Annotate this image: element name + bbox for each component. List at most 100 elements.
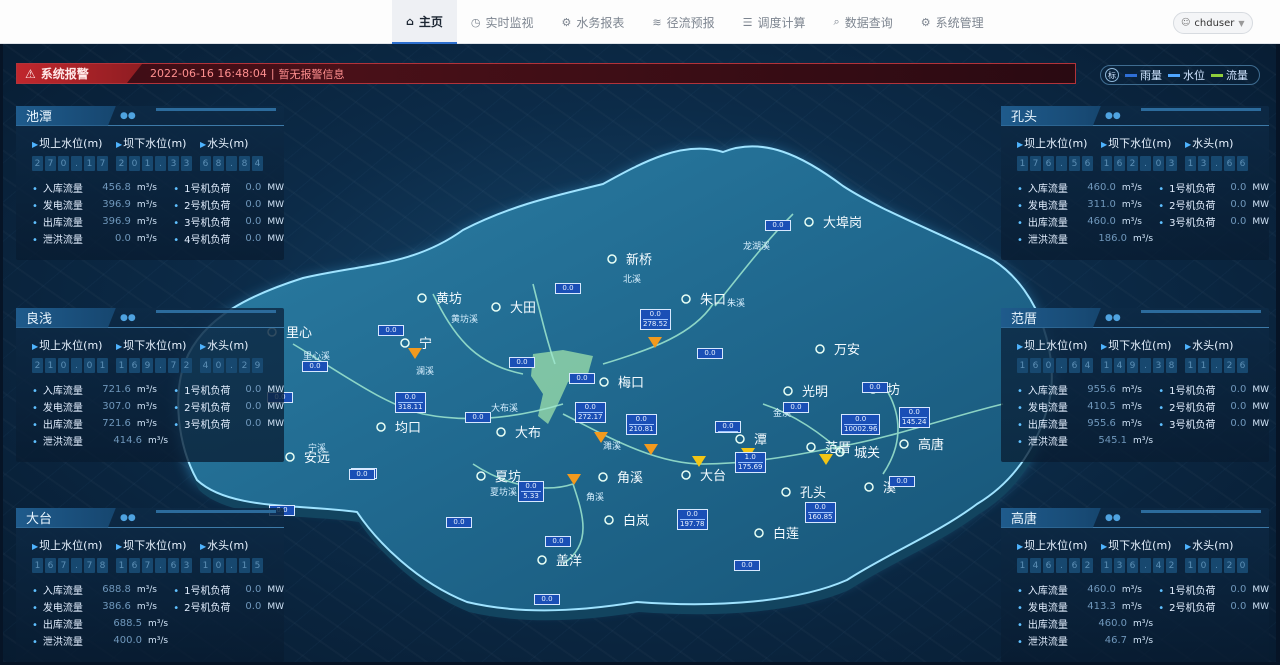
station-value-tag[interactable]: 0.0 bbox=[349, 469, 375, 480]
place-label: 大布 bbox=[515, 426, 541, 441]
station-value-tag[interactable]: 0.0 bbox=[509, 357, 535, 368]
station-value-tag[interactable]: 0.0 bbox=[862, 382, 888, 393]
load-unit: MW bbox=[267, 199, 284, 210]
digit-cell: . bbox=[226, 358, 237, 373]
level-value: 270.17 bbox=[32, 156, 116, 171]
digit-cell: 1 bbox=[1017, 156, 1028, 171]
station-value-tag[interactable]: 0.0 bbox=[783, 402, 809, 413]
station-value-tag[interactable]: 0.0 bbox=[555, 283, 581, 294]
flow-label: 入库流量 bbox=[32, 180, 91, 195]
digit-cell: 2 bbox=[1224, 558, 1235, 573]
flow-value: 456.8 bbox=[102, 182, 131, 193]
legend-item-2[interactable]: 流量 bbox=[1211, 67, 1248, 83]
station-value-tag[interactable]: 0.0 bbox=[697, 348, 723, 359]
digit-cell: 0 bbox=[129, 156, 140, 171]
nav-item-3[interactable]: ≋ 径流预报 bbox=[638, 0, 728, 44]
load-value: 0.0 bbox=[1230, 584, 1247, 595]
flow-value: 311.0 bbox=[1087, 199, 1116, 210]
tag-value: 0.0 bbox=[404, 393, 416, 401]
level-value: 160.64 bbox=[1017, 358, 1101, 373]
legend-item-1[interactable]: 水位 bbox=[1168, 67, 1205, 83]
nav-item-6[interactable]: ⚙ 系统管理 bbox=[907, 0, 998, 44]
flow-label: 发电流量 bbox=[1017, 599, 1076, 614]
station-panel: 池潭●●坝上水位(m)270.17坝下水位(m)201.33水头(m)68.84… bbox=[16, 105, 284, 260]
flow-label: 发电流量 bbox=[32, 399, 91, 414]
level-item: 坝上水位(m)160.64 bbox=[1017, 337, 1101, 373]
place-label: 大田 bbox=[510, 301, 536, 316]
legend-item-0[interactable]: 雨量 bbox=[1125, 67, 1162, 83]
flow-row: 入库流量 721.6 m³/s 1号机负荷 0.0 MW bbox=[32, 381, 284, 398]
place-label: 均口 bbox=[395, 421, 421, 436]
level-label: 水头(m) bbox=[1185, 135, 1269, 151]
nav-item-5[interactable]: ⌕ 数据查询 bbox=[820, 0, 907, 44]
tag-value: 0.0 bbox=[790, 403, 802, 411]
station-value-tag[interactable]: 0.0 318.11 bbox=[395, 392, 426, 413]
digit-cell: 8 bbox=[1166, 358, 1177, 373]
station-value-tag[interactable]: 0.0 bbox=[889, 476, 915, 487]
digit-cell: 0 bbox=[84, 358, 95, 373]
digit-cell: 3 bbox=[181, 156, 192, 171]
tag-value: 0.0 bbox=[635, 415, 647, 423]
alarm-title: 系统报警 bbox=[40, 67, 89, 81]
tag-value: 5.33 bbox=[521, 491, 541, 501]
station-value-tag[interactable]: 0.0 bbox=[465, 412, 491, 423]
level-item: 坝下水位(m) 149.38 bbox=[1101, 337, 1185, 373]
alarm-datetime: 2022-06-16 16:48:04 bbox=[150, 67, 267, 80]
flow-value: 410.5 bbox=[1087, 401, 1116, 412]
station-value-tag[interactable]: 0.0 272.17 bbox=[575, 402, 606, 423]
station-panel: 大台●●坝上水位(m)167.78坝下水位(m)167.63水头(m)10.15… bbox=[16, 507, 284, 662]
title-decoration bbox=[1141, 310, 1261, 313]
user-menu[interactable]: ☺ chduser ▼ bbox=[1173, 12, 1253, 34]
digit-cell: 6 bbox=[45, 558, 56, 573]
digit-cell: 1 bbox=[1185, 558, 1196, 573]
station-value-tag[interactable]: 1.0 175.69 bbox=[735, 452, 766, 473]
tag-value: 197.78 bbox=[680, 519, 705, 528]
flow-value: 545.1 bbox=[1098, 435, 1127, 446]
station-value-tag[interactable]: 0.0 bbox=[545, 536, 571, 547]
flow-unit: m³/s bbox=[1121, 182, 1142, 193]
station-value-tag[interactable]: 0.0 145.24 bbox=[899, 407, 930, 428]
flow-row: 入库流量 688.8 m³/s 1号机负荷 0.0 MW bbox=[32, 581, 284, 598]
nav-item-2[interactable]: ⚙ 水务报表 bbox=[548, 0, 639, 44]
station-value-tag[interactable]: 0.0 160.85 bbox=[805, 502, 836, 523]
station-value-tag[interactable]: 0.0 bbox=[765, 220, 791, 231]
flow-unit: m³/s bbox=[1133, 635, 1154, 646]
station-value-tag[interactable]: 0.0 10002.96 bbox=[841, 414, 881, 435]
nav-item-4[interactable]: ☰ 调度计算 bbox=[729, 0, 820, 44]
digit-cell: 8 bbox=[213, 156, 224, 171]
place-label: 大埠岗 bbox=[823, 216, 862, 231]
station-value-tag[interactable]: 0.0 bbox=[569, 373, 595, 384]
station-value-tag[interactable]: 0.0 210.81 bbox=[626, 414, 657, 435]
nav-item-0[interactable]: ⌂ 主页 bbox=[392, 0, 457, 44]
station-value-tag[interactable]: 0.0 5.33 bbox=[518, 481, 544, 502]
digit-cell: 4 bbox=[1153, 558, 1164, 573]
station-panel: 良浅●●坝上水位(m)210.01坝下水位(m)169.72水头(m)40.29… bbox=[16, 307, 284, 462]
station-value-tag[interactable]: 0.0 278.52 bbox=[640, 309, 671, 330]
tag-value: 0.0 bbox=[385, 326, 397, 334]
flow-unit: m³/s bbox=[1121, 601, 1142, 612]
station-value-tag[interactable]: 0.0 bbox=[378, 325, 404, 336]
station-value-tag[interactable]: 0.0 197.78 bbox=[677, 509, 708, 530]
station-value-tag[interactable]: 0.0 bbox=[302, 361, 328, 372]
station-value-tag[interactable]: 0.0 bbox=[715, 421, 741, 433]
level-item: 坝上水位(m)146.62 bbox=[1017, 537, 1101, 573]
flow-label: 泄洪流量 bbox=[32, 231, 91, 246]
place-label: 孔头 bbox=[800, 486, 826, 501]
digit-cell: 1 bbox=[239, 558, 250, 573]
tag-value: 0.0 bbox=[516, 358, 528, 366]
station-value-tag[interactable]: 0.0 bbox=[534, 594, 560, 605]
station-value-tag[interactable]: 0.0 bbox=[446, 517, 472, 528]
load-value: 0.0 bbox=[1230, 601, 1247, 612]
nav-item-1[interactable]: ◷ 实时监视 bbox=[457, 0, 548, 44]
digit-cell: 9 bbox=[142, 358, 153, 373]
monitor-icon: ◷ bbox=[470, 15, 481, 29]
tag-value: 0.0 bbox=[525, 482, 537, 490]
flow-unit: m³/s bbox=[136, 182, 157, 193]
flow-label: 泄洪流量 bbox=[1017, 633, 1083, 648]
panel-title: 池潭 ●● bbox=[16, 105, 284, 126]
station-value-tag[interactable]: 0.0 bbox=[734, 560, 760, 571]
flow-label: 发电流量 bbox=[32, 599, 91, 614]
digit-cell: 2 bbox=[1082, 558, 1093, 573]
legend-toggle-icon[interactable]: 标 bbox=[1105, 68, 1119, 82]
tag-value: 0.0 bbox=[869, 383, 881, 391]
